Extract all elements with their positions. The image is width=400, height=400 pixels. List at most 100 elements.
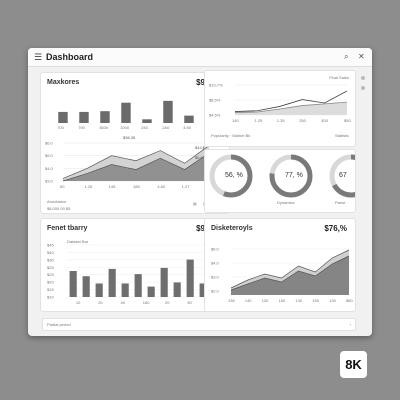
y-tick-label: $25	[47, 265, 54, 270]
x-tick-label: 3500	[99, 125, 109, 130]
card-disketeroyls: Disketeroyls $76,% $6.0 $4.0 $3.0 $2.0 136 14…	[204, 218, 356, 312]
bar	[108, 268, 116, 297]
y-tick-label: $15	[47, 287, 54, 292]
x-tick-label: $10	[322, 118, 329, 123]
x-tick-label: 250	[299, 118, 306, 123]
x-tick-label: 50	[187, 300, 192, 305]
x-tick-label: 2A0	[162, 125, 170, 130]
x-tick-label: 4.60	[157, 184, 166, 189]
window-title: Dashboard	[46, 52, 94, 62]
x-tick-label: 700	[57, 125, 64, 130]
x-tick-label: $50	[344, 118, 351, 123]
area-fill	[235, 102, 347, 115]
y-tick-label: $4.0	[211, 261, 220, 266]
y-tick-label: $30	[47, 257, 54, 262]
x-tick-label: 130	[329, 298, 336, 303]
y-tick-label: $4.0	[45, 166, 54, 171]
card-title: Maxkores	[47, 79, 80, 86]
chevron-right-icon[interactable]: ›	[350, 322, 351, 327]
bar	[121, 283, 129, 297]
bar	[69, 271, 77, 297]
sales-line-chart: $10,7% $8,5% $4,5% 140 1.25 1.35 250 $10 $50	[209, 83, 351, 124]
x-tick-label: 130	[295, 298, 302, 303]
title-bar: ☰ Dashboard ⌕ ✕	[28, 48, 372, 67]
save-icon[interactable]: ▦	[193, 201, 197, 206]
bar	[160, 267, 168, 297]
x-tick-label: 1.25	[84, 184, 93, 189]
y-tick-label: $10	[47, 295, 54, 300]
y-tick-label: $8,5%	[209, 98, 221, 103]
x-tick-label: 240	[141, 125, 148, 130]
x-tick-label: 10	[76, 300, 81, 305]
card-footer: Popularity · Market Bk	[211, 133, 251, 138]
y-tick-label: $40	[47, 250, 54, 255]
search-icon[interactable]: ⌕	[344, 52, 348, 62]
y-tick-label: $25	[47, 272, 54, 277]
x-tick-label: 150	[279, 298, 286, 303]
gauge-label: 77, %	[285, 172, 303, 179]
period-selector[interactable]: Partial period ›	[42, 318, 356, 331]
bar	[142, 119, 152, 123]
bar	[79, 111, 89, 123]
bar	[184, 115, 194, 123]
card-footer: Annotation	[47, 199, 67, 204]
fenet-bar-chart: $45$40$30$25$25$20$15$101020401602050207	[47, 243, 223, 305]
dashboard-window: ☰ Dashboard ⌕ ✕ Maxkores $9,9 % 70079035…	[28, 48, 372, 336]
x-tick-label: 140	[232, 118, 239, 123]
x-tick-label: 140	[245, 298, 252, 303]
x-tick-label: 145	[109, 184, 116, 189]
card-value: $76,%	[324, 224, 347, 233]
y-tick-label: $3.0	[211, 275, 220, 280]
y-tick-label: $3.0	[45, 179, 54, 184]
bar	[186, 259, 194, 297]
x-tick-label: 40	[120, 300, 125, 305]
gauge-label: 67	[339, 172, 347, 179]
card-final-sales: Final Sales $10,7% $8,5% $4,5% 140 1.25 1.35 2…	[204, 70, 356, 147]
x-tick-label: 790	[78, 125, 85, 130]
x-tick-label: 20	[165, 300, 170, 305]
maxkores-charts: 700790350010002402A04.50360$6.0$5.0$4.0$…	[45, 100, 215, 189]
close-icon[interactable]: ✕	[358, 52, 365, 62]
menu-icon[interactable]: ☰	[34, 52, 42, 62]
dot-indicator[interactable]	[361, 76, 365, 80]
y-tick-label: $2.0	[211, 289, 220, 294]
x-tick-label: 136	[228, 298, 235, 303]
bar	[95, 283, 103, 297]
card-title: Disketeroyls	[211, 225, 253, 232]
x-tick-label: 160	[143, 300, 150, 305]
x-tick-label: 130	[262, 298, 269, 303]
bar	[121, 102, 131, 123]
x-tick-label: 1.35	[277, 118, 286, 123]
x-tick-label: 1000	[120, 125, 130, 130]
bar	[147, 286, 155, 297]
y-tick-label: $6.0	[45, 141, 54, 146]
card-gauges: 56, % 77, % 67 Dynamics Parse	[204, 149, 356, 213]
x-tick-label: 185	[133, 184, 140, 189]
bar	[100, 111, 110, 123]
y-tick-label: $5.0	[45, 153, 54, 158]
bar	[58, 111, 68, 123]
card-fenet-tbarry: Fenet tbarry $9,7 % Dataset Bar $45$40$3…	[40, 218, 230, 312]
gauge-caption: Dynamics	[277, 200, 295, 205]
x-tick-label: 1.25	[254, 118, 263, 123]
x-tick-label: $80	[346, 298, 353, 303]
bar	[134, 274, 142, 297]
x-tick-label: 50	[60, 184, 65, 189]
resolution-badge: 8K	[340, 351, 367, 378]
y-tick-label: $10,7%	[209, 83, 223, 88]
annotation: $36,35	[123, 135, 136, 140]
period-placeholder: Partial period	[47, 322, 71, 327]
gauge-caption-right: Parse	[335, 200, 346, 205]
annotation: $6.0	[195, 155, 204, 160]
x-tick-label: 1.27	[182, 184, 191, 189]
x-tick-label: 4.50	[183, 125, 192, 130]
y-tick-label: $45	[47, 243, 54, 248]
card-maxkores: Maxkores $9,9 % 700790350010002402A04.50…	[40, 72, 230, 214]
dot-indicator[interactable]	[361, 86, 365, 90]
gauge-label: 56, %	[225, 172, 243, 179]
y-tick-label: $4,5%	[209, 113, 221, 118]
x-tick-label: 150	[312, 298, 319, 303]
bar	[173, 282, 181, 297]
disketeroyls-area-chart: $6.0 $4.0 $3.0 $2.0 136 140 130 150 130 150 130 $80	[211, 247, 353, 304]
y-tick-label: $20	[47, 280, 54, 285]
